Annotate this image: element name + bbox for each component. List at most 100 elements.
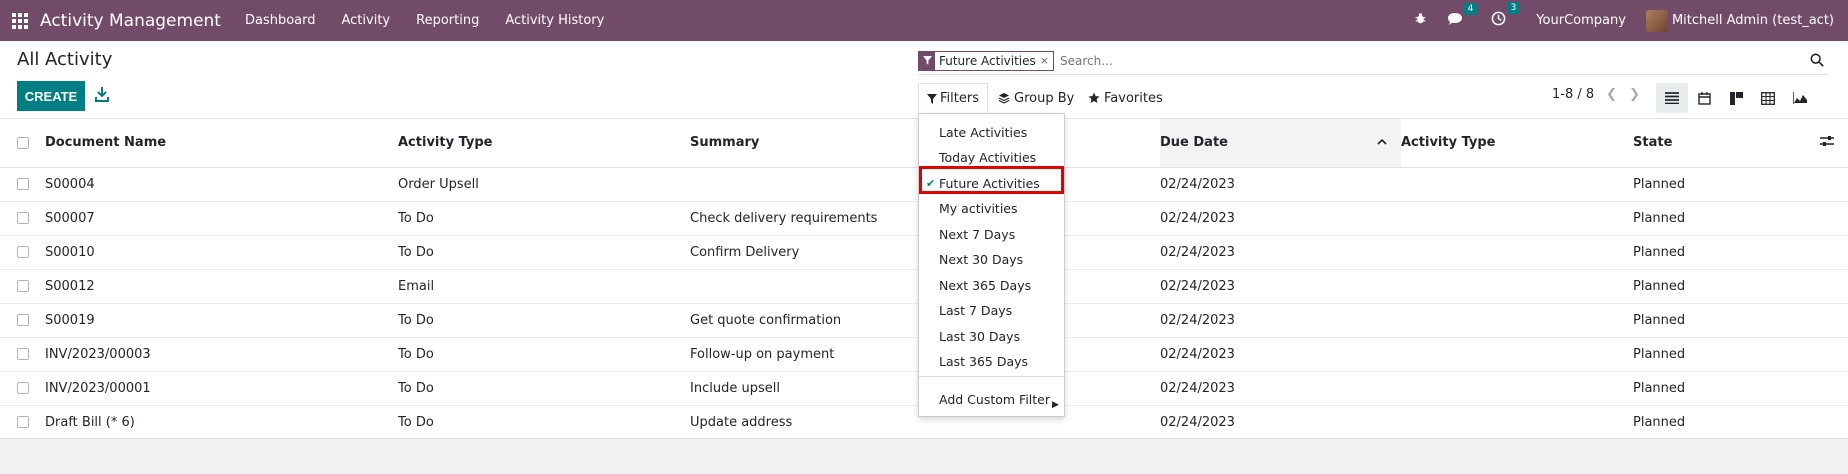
filter-future-activities-label: Future Activities bbox=[939, 175, 1040, 191]
filter-late-activities[interactable]: Late Activities bbox=[939, 121, 1027, 143]
optional-columns-icon[interactable] bbox=[1820, 135, 1834, 151]
control-panel: All Activity CREATE Future Activities × … bbox=[0, 41, 1848, 119]
cell-due-date: 02/24/2023 bbox=[1160, 201, 1401, 236]
column-state-label: State bbox=[1633, 134, 1673, 150]
filter-next-7-days[interactable]: Next 7 Days bbox=[939, 223, 1015, 245]
app-title[interactable]: Activity Management bbox=[40, 11, 221, 31]
pager-prev-icon[interactable]: ❮ bbox=[1606, 87, 1617, 102]
graph-view-icon[interactable] bbox=[1784, 83, 1816, 113]
layers-icon bbox=[998, 93, 1010, 104]
group-by-label: Group By bbox=[1014, 90, 1075, 106]
kanban-view-icon[interactable] bbox=[1720, 83, 1752, 113]
column-due-date-label: Due Date bbox=[1160, 135, 1228, 151]
search-bar: Future Activities × bbox=[918, 47, 1828, 75]
cell-activity-type: Email bbox=[398, 269, 690, 304]
cell-document: INV/2023/00003 bbox=[45, 337, 398, 372]
select-all-cell bbox=[0, 119, 45, 168]
column-due-date[interactable]: Due Date bbox=[1160, 119, 1401, 168]
create-button[interactable]: CREATE bbox=[17, 81, 85, 111]
filter-last-30-days[interactable]: Last 30 Days bbox=[939, 325, 1020, 347]
search-icon[interactable] bbox=[1810, 53, 1824, 71]
add-custom-filter[interactable]: Add Custom Filter bbox=[939, 388, 1050, 410]
cell-activity-type-2 bbox=[1401, 337, 1633, 372]
filter-future-activities[interactable]: ✔ Future Activities bbox=[926, 172, 1040, 194]
cell-activity-type-2 bbox=[1401, 235, 1633, 270]
messages-icon[interactable]: 4 bbox=[1447, 2, 1478, 30]
column-activity-type[interactable]: Activity Type bbox=[398, 119, 690, 168]
row-checkbox[interactable] bbox=[17, 280, 29, 292]
column-activity-type-2[interactable]: Activity Type bbox=[1401, 119, 1633, 168]
cell-activity-type-2 bbox=[1401, 167, 1633, 202]
facet-remove-icon[interactable]: × bbox=[1040, 54, 1053, 67]
menu-dashboard[interactable]: Dashboard bbox=[245, 13, 316, 28]
row-select-cell bbox=[0, 167, 45, 202]
cell-activity-type: To Do bbox=[398, 303, 690, 338]
filter-next-30-days[interactable]: Next 30 Days bbox=[939, 248, 1023, 270]
bug-icon[interactable] bbox=[1414, 12, 1427, 29]
cell-state: Planned bbox=[1633, 235, 1848, 270]
filters-label: Filters bbox=[940, 91, 979, 106]
row-checkbox[interactable] bbox=[17, 382, 29, 394]
pager-value[interactable]: 1-8 / 8 bbox=[1552, 87, 1594, 102]
check-icon: ✔ bbox=[926, 176, 936, 190]
cell-activity-type-2 bbox=[1401, 371, 1633, 406]
cell-due-date: 02/24/2023 bbox=[1160, 337, 1401, 372]
filter-today-activities[interactable]: Today Activities bbox=[939, 146, 1036, 168]
group-by-button[interactable]: Group By bbox=[998, 83, 1074, 113]
top-navbar: Activity Management Dashboard Activity R… bbox=[0, 0, 1848, 41]
cell-state: Planned bbox=[1633, 167, 1848, 202]
cell-activity-type: To Do bbox=[398, 405, 690, 440]
row-select-cell bbox=[0, 405, 45, 440]
filter-icon bbox=[919, 50, 935, 71]
row-checkbox[interactable] bbox=[17, 314, 29, 326]
list-view-icon[interactable] bbox=[1656, 83, 1688, 113]
avatar bbox=[1645, 9, 1668, 32]
cell-activity-type-2 bbox=[1401, 201, 1633, 236]
apps-menu-icon[interactable] bbox=[0, 0, 40, 41]
row-select-cell bbox=[0, 235, 45, 270]
company-switcher[interactable]: YourCompany bbox=[1536, 13, 1626, 28]
cell-activity-type: Order Upsell bbox=[398, 167, 690, 202]
cell-activity-type: To Do bbox=[398, 371, 690, 406]
select-all-checkbox[interactable] bbox=[17, 136, 29, 149]
cell-state: Planned bbox=[1633, 269, 1848, 304]
column-state[interactable]: State bbox=[1633, 119, 1848, 168]
view-switcher bbox=[1656, 83, 1816, 113]
cell-document: S00004 bbox=[45, 167, 398, 202]
pivot-view-icon[interactable] bbox=[1752, 83, 1784, 113]
filter-next-365-days[interactable]: Next 365 Days bbox=[939, 274, 1031, 296]
row-checkbox[interactable] bbox=[17, 416, 29, 428]
caret-right-icon: ▶ bbox=[1052, 400, 1059, 410]
row-checkbox[interactable] bbox=[17, 212, 29, 224]
cell-document: S00010 bbox=[45, 235, 398, 270]
star-icon bbox=[1088, 92, 1100, 103]
filter-last-365-days[interactable]: Last 365 Days bbox=[939, 350, 1028, 372]
search-input[interactable] bbox=[1060, 53, 1828, 68]
favorites-button[interactable]: Favorites bbox=[1088, 83, 1163, 113]
activities-badge: 3 bbox=[1506, 2, 1521, 14]
user-menu[interactable]: Mitchell Admin (test_act) bbox=[1645, 9, 1834, 32]
cell-state: Planned bbox=[1633, 201, 1848, 236]
dropdown-divider bbox=[919, 376, 1064, 377]
row-checkbox[interactable] bbox=[17, 348, 29, 360]
menu-reporting[interactable]: Reporting bbox=[416, 13, 479, 28]
filter-last-7-days[interactable]: Last 7 Days bbox=[939, 299, 1012, 321]
activity-clock-icon[interactable]: 3 bbox=[1491, 2, 1521, 30]
row-checkbox[interactable] bbox=[17, 246, 29, 258]
column-document-name[interactable]: Document Name bbox=[45, 119, 398, 168]
cell-activity-type: To Do bbox=[398, 337, 690, 372]
search-facet: Future Activities × bbox=[918, 50, 1054, 71]
menu-activity-history[interactable]: Activity History bbox=[505, 13, 604, 28]
menu-activity[interactable]: Activity bbox=[342, 13, 391, 28]
row-checkbox[interactable] bbox=[17, 178, 29, 190]
cell-due-date: 02/24/2023 bbox=[1160, 269, 1401, 304]
calendar-view-icon[interactable] bbox=[1688, 83, 1720, 113]
row-select-cell bbox=[0, 201, 45, 236]
cell-due-date: 02/24/2023 bbox=[1160, 167, 1401, 202]
pager-next-icon[interactable]: ❯ bbox=[1629, 87, 1640, 102]
filters-button[interactable]: Filters bbox=[918, 83, 988, 113]
filter-my-activities[interactable]: My activities bbox=[939, 197, 1018, 219]
download-icon[interactable] bbox=[95, 86, 109, 102]
sort-asc-icon bbox=[1377, 135, 1387, 148]
cell-due-date: 02/24/2023 bbox=[1160, 371, 1401, 406]
